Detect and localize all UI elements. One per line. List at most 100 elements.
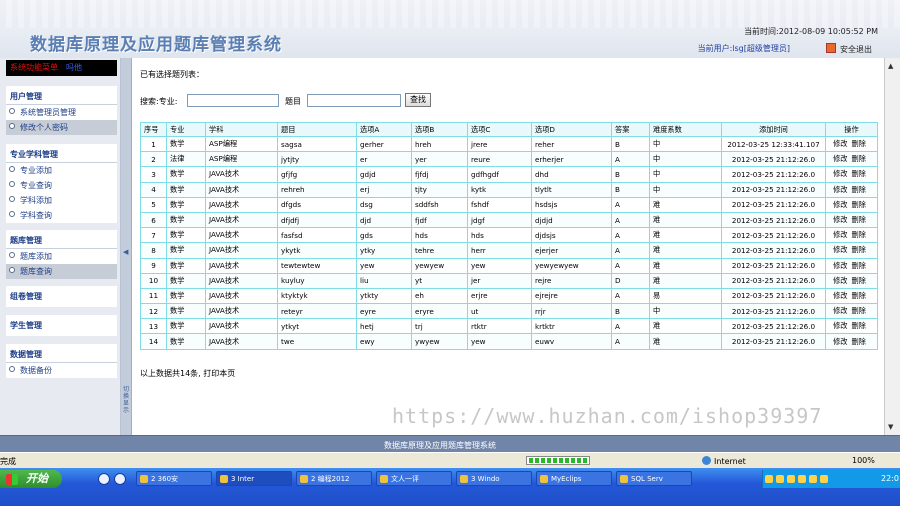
table-cell: 数学 <box>166 272 206 289</box>
bullet-icon <box>9 267 15 273</box>
edit-link[interactable]: 修改 <box>833 139 847 148</box>
actions-cell: 修改 删除 <box>825 181 878 198</box>
edit-link[interactable]: 修改 <box>833 200 847 209</box>
sidebar-item-data-backup[interactable]: 数据备份 <box>6 363 117 378</box>
edit-link[interactable]: 修改 <box>833 245 847 254</box>
vertical-scrollbar[interactable]: ▲ ▼ <box>884 58 900 435</box>
tray-icon[interactable] <box>798 475 806 483</box>
edit-link[interactable]: 修改 <box>833 276 847 285</box>
edit-link[interactable]: 修改 <box>833 261 847 270</box>
edit-link[interactable]: 修改 <box>833 169 847 178</box>
sidebar-item-major-query[interactable]: 专业查询 <box>6 178 117 193</box>
taskbar-task[interactable]: 文人一评 <box>376 471 452 486</box>
sidebar-item-subject-query[interactable]: 学科查询 <box>6 208 117 223</box>
sidebar-section-title[interactable]: 数据管理 <box>6 344 117 363</box>
delete-link[interactable]: 删除 <box>852 200 866 209</box>
table-cell: gdfhgdf <box>467 166 532 183</box>
start-label: 开始 <box>26 472 48 485</box>
edit-link[interactable]: 修改 <box>833 321 847 330</box>
edit-link[interactable]: 修改 <box>833 185 847 194</box>
start-button[interactable]: 开始 <box>0 470 62 488</box>
delete-link[interactable]: 删除 <box>852 169 866 178</box>
delete-link[interactable]: 删除 <box>852 245 866 254</box>
table-cell: B <box>611 303 650 320</box>
sidebar-section-title[interactable]: 题库管理 <box>6 230 117 249</box>
table-cell: ytkyt <box>277 318 357 335</box>
sidebar-item-label: 题库添加 <box>20 252 52 261</box>
zoom-level[interactable]: 100% <box>852 456 875 465</box>
scroll-up-icon[interactable]: ▲ <box>888 62 893 70</box>
tray-icon[interactable] <box>776 475 784 483</box>
table-cell: 2012-03-25 21:12:26.0 <box>721 272 826 289</box>
collapse-arrow-icon[interactable]: ◀ <box>123 248 128 256</box>
table-cell: 难 <box>649 211 722 229</box>
table-cell: JAVA技术 <box>205 318 278 335</box>
delete-link[interactable]: 删除 <box>852 291 866 300</box>
edit-link[interactable]: 修改 <box>833 215 847 224</box>
sidebar-item-change-password[interactable]: 修改个人密码 <box>6 120 117 135</box>
find-button[interactable]: 查找 <box>405 93 431 107</box>
table-cell: hetj <box>356 318 412 335</box>
table-cell: 难 <box>649 242 722 259</box>
tray-icon[interactable] <box>820 475 828 483</box>
table-cell: 2012-03-25 21:12:26.0 <box>721 166 826 183</box>
tray-icon[interactable] <box>787 475 795 483</box>
sidebar-item-bank-add[interactable]: 题库添加 <box>6 249 117 264</box>
table-cell: hds <box>411 227 468 244</box>
browser-icon[interactable] <box>114 473 126 485</box>
edit-link[interactable]: 修改 <box>833 154 847 163</box>
title-search-input[interactable] <box>307 94 401 107</box>
table-cell: JAVA技术 <box>205 227 278 244</box>
sidebar-item-admin-manage[interactable]: 系统管理员管理 <box>6 105 117 120</box>
table-cell: 易 <box>649 287 722 305</box>
delete-link[interactable]: 删除 <box>852 261 866 270</box>
edit-link[interactable]: 修改 <box>833 291 847 300</box>
sidebar-splitter[interactable]: ◀ 切换显示 <box>121 58 132 435</box>
table-cell: 2012-03-25 21:12:26.0 <box>721 257 826 274</box>
sidebar-section-title[interactable]: 用户管理 <box>6 86 117 105</box>
taskbar-task[interactable]: 2 编程2012 <box>296 471 372 486</box>
sidebar-item-bank-query[interactable]: 题库查询 <box>6 264 117 279</box>
major-search-input[interactable] <box>187 94 279 107</box>
question-table: 序号 专业 学科 题目 选项A 选项B 选项C 选项D 答案 难度系数 添加时间 操作 1 数学 ASP编… <box>140 122 878 350</box>
logout-link[interactable]: 安全退出 <box>826 43 872 55</box>
delete-link[interactable]: 删除 <box>852 306 866 315</box>
menu-banner-label: 系统功能菜单 <box>10 63 58 72</box>
delete-link[interactable]: 删除 <box>852 321 866 330</box>
table-cell: 中 <box>649 181 722 198</box>
sidebar-item-major-add[interactable]: 专业添加 <box>6 163 117 178</box>
edit-link[interactable]: 修改 <box>833 337 847 346</box>
delete-link[interactable]: 删除 <box>852 337 866 346</box>
sidebar-section-title[interactable]: 专业学科管理 <box>6 144 117 163</box>
taskbar-task-label: 3 Windo <box>471 475 500 483</box>
table-cell: JAVA技术 <box>205 257 278 274</box>
tray-icon[interactable] <box>809 475 817 483</box>
delete-link[interactable]: 删除 <box>852 154 866 163</box>
sidebar-section-title[interactable]: 组卷管理 <box>6 286 117 307</box>
table-cell: yew <box>467 257 532 274</box>
delete-link[interactable]: 删除 <box>852 139 866 148</box>
edit-link[interactable]: 修改 <box>833 306 847 315</box>
table-cell: kuyluy <box>277 272 357 289</box>
delete-link[interactable]: 删除 <box>852 215 866 224</box>
app-icon <box>140 475 148 483</box>
scroll-down-icon[interactable]: ▼ <box>888 423 893 431</box>
table-cell: 数学 <box>166 303 206 320</box>
taskbar-task[interactable]: SQL Serv <box>616 471 692 486</box>
actions-cell: 修改 删除 <box>825 257 878 274</box>
sidebar-item-label: 题库查询 <box>20 267 52 276</box>
edit-link[interactable]: 修改 <box>833 230 847 239</box>
page-footer: 数据库原理及应用题库管理系统 <box>0 435 900 453</box>
delete-link[interactable]: 删除 <box>852 230 866 239</box>
sidebar-section-title[interactable]: 学生管理 <box>6 315 117 336</box>
taskbar-task[interactable]: 2 360安 <box>136 471 212 486</box>
security-zone[interactable]: Internet <box>702 456 746 466</box>
tray-icon[interactable] <box>765 475 773 483</box>
sidebar-item-subject-add[interactable]: 学科添加 <box>6 193 117 208</box>
taskbar-task[interactable]: 3 Inter <box>216 471 292 486</box>
delete-link[interactable]: 删除 <box>852 276 866 285</box>
taskbar-task[interactable]: MyEclips <box>536 471 612 486</box>
ie-icon[interactable] <box>98 473 110 485</box>
taskbar-task[interactable]: 3 Windo <box>456 471 532 486</box>
delete-link[interactable]: 删除 <box>852 185 866 194</box>
